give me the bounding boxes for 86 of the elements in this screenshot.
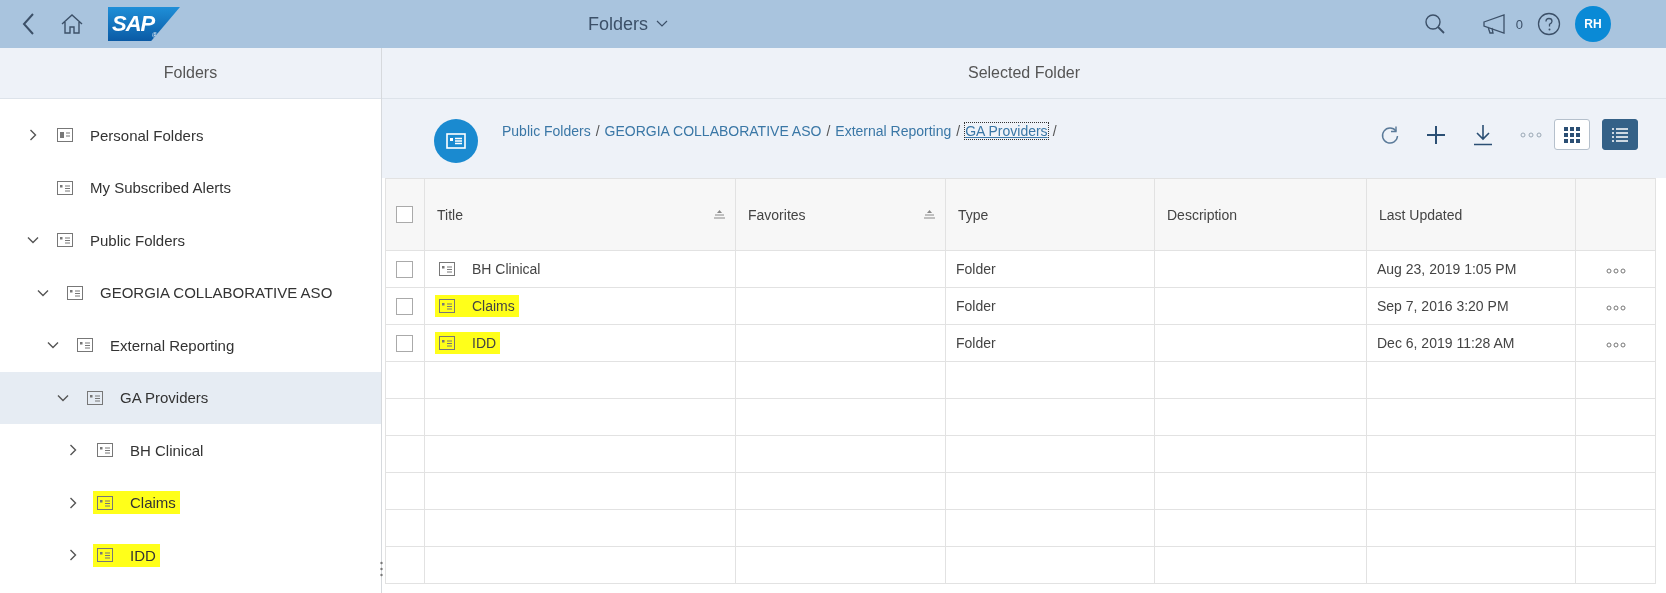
select-all-checkbox[interactable] [396, 206, 413, 224]
help-icon[interactable] [1537, 12, 1561, 36]
breadcrumb-link[interactable]: GA Providers [965, 123, 1048, 139]
add-icon[interactable] [1426, 124, 1446, 145]
table-cell: Sep 7, 2016 3:20 PM [1377, 298, 1509, 314]
sort-icon[interactable] [924, 210, 935, 219]
column-header: Favorites [748, 206, 806, 223]
row-checkbox[interactable] [396, 260, 413, 278]
folder-icon [67, 285, 83, 300]
tree-label: GA Providers [120, 389, 209, 407]
table-cell: Dec 6, 2019 11:28 AM [1377, 335, 1515, 351]
column-header: Title [437, 206, 463, 223]
tree-item[interactable]: Personal Folders [0, 109, 381, 162]
tree-item[interactable]: External Reporting [0, 319, 381, 372]
search-icon[interactable] [1423, 13, 1446, 35]
breadcrumb-separator: / [1052, 123, 1057, 139]
tree-item[interactable]: BH Clinical [0, 424, 381, 477]
more-icon[interactable] [1605, 342, 1626, 348]
megaphone-icon[interactable] [1481, 13, 1508, 35]
grid-view-button[interactable] [1554, 119, 1590, 150]
table-cell: Folder [956, 298, 996, 314]
folder-icon [97, 443, 113, 458]
folder-icon [87, 390, 103, 405]
expand-icon[interactable] [27, 129, 39, 142]
panel-title: Folders [163, 64, 218, 82]
tree-item[interactable]: GA Providers [0, 371, 381, 424]
folder-icon [57, 180, 73, 195]
caret-icon [656, 20, 669, 28]
column-header: Last Updated [1379, 206, 1463, 223]
expand-icon[interactable] [67, 549, 79, 562]
tree-label: GEORGIA COLLABORATIVE ASO [100, 284, 333, 302]
tree-item[interactable]: Public Folders [0, 214, 381, 267]
folder-badge-icon [434, 119, 478, 163]
folder-name[interactable]: Claims [472, 298, 515, 314]
tree-item[interactable]: My Subscribed Alerts [0, 161, 381, 214]
column-header: Description [1167, 206, 1238, 223]
list-view-button[interactable] [1602, 119, 1638, 150]
column-header: Type [958, 206, 989, 223]
breadcrumb-separator: / [595, 123, 600, 139]
grid-icon [1564, 126, 1580, 143]
folder-icon [57, 233, 73, 248]
back-icon[interactable] [22, 12, 36, 36]
row-checkbox[interactable] [396, 334, 413, 352]
tree-label: Claims [130, 494, 176, 512]
app-title-menu[interactable]: Folders [582, 9, 675, 39]
tree-label: IDD [130, 546, 156, 564]
folder-name[interactable]: IDD [472, 335, 497, 351]
folder-icon [97, 548, 113, 563]
tree-label: Personal Folders [90, 126, 204, 144]
table-cell: Aug 23, 2019 1:05 PM [1377, 261, 1517, 277]
tree-item[interactable]: IDD [0, 529, 381, 582]
more-icon[interactable] [1605, 305, 1626, 311]
home-icon[interactable] [60, 13, 84, 35]
refresh-icon[interactable] [1380, 124, 1400, 145]
breadcrumb-separator: / [826, 123, 831, 139]
sort-icon[interactable] [714, 210, 725, 219]
download-icon[interactable] [1472, 123, 1494, 146]
folder-icon [439, 262, 455, 276]
tree-label: BH Clinical [130, 441, 204, 459]
sap-logo[interactable]: SAP® [108, 7, 180, 41]
user-avatar[interactable]: RH [1575, 6, 1611, 42]
breadcrumb-separator: / [956, 123, 961, 139]
tree-label: My Subscribed Alerts [90, 179, 231, 197]
more-icon[interactable] [1605, 268, 1626, 274]
table-cell: Folder [956, 261, 996, 277]
folder-icon [77, 338, 93, 353]
breadcrumb-link[interactable]: GEORGIA COLLABORATIVE ASO [604, 123, 822, 139]
tree-label: Public Folders [90, 231, 186, 249]
notification-count: 0 [1515, 16, 1523, 32]
splitter-grip-icon[interactable] [380, 561, 383, 577]
tree-label: External Reporting [110, 336, 235, 354]
folder-name[interactable]: BH Clinical [472, 261, 541, 277]
tree-item[interactable]: GEORGIA COLLABORATIVE ASO [0, 266, 381, 319]
breadcrumb-link[interactable]: External Reporting [835, 123, 952, 139]
tree-item[interactable]: Claims [0, 476, 381, 529]
folder-icon [439, 336, 455, 350]
table-cell: Folder [956, 335, 996, 351]
row-checkbox[interactable] [396, 297, 413, 315]
folder-icon [439, 299, 455, 313]
person-folder-icon [57, 128, 73, 143]
list-icon [1612, 126, 1628, 143]
breadcrumb-link[interactable]: Public Folders [502, 123, 591, 139]
expand-icon[interactable] [67, 496, 79, 509]
expand-icon[interactable] [67, 444, 79, 457]
folder-icon [97, 495, 113, 510]
panel-title: Selected Folder [967, 64, 1081, 82]
